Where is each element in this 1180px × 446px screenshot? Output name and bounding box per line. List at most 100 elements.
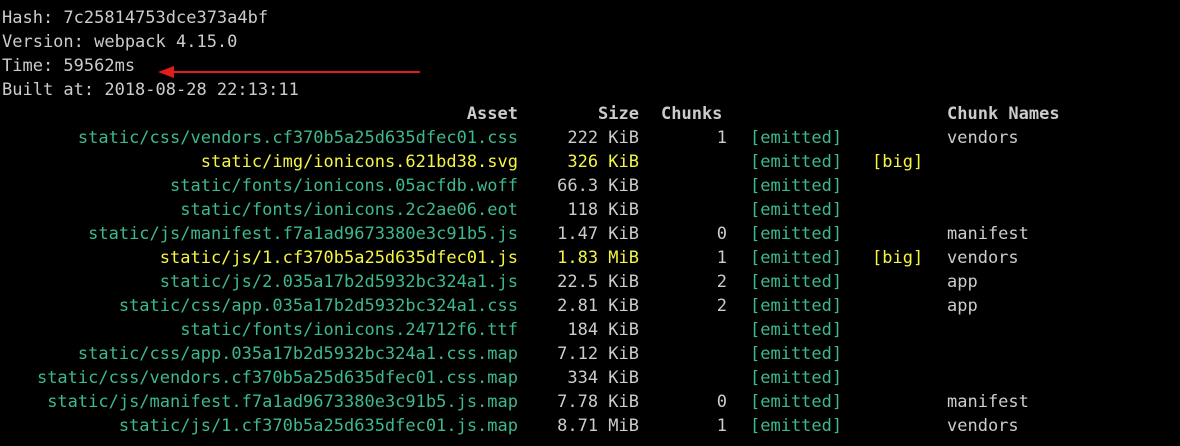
- emitted-flag: [emitted]: [750, 416, 843, 436]
- asset-chunks: 0: [716, 224, 727, 244]
- asset-name: static/fonts/ionicons.24712f6.ttf: [180, 320, 518, 340]
- asset-name: static/img/ionicons.621bd38.svg: [200, 152, 518, 172]
- chunk-name: app: [947, 296, 978, 316]
- emitted-flag: [emitted]: [750, 368, 843, 388]
- col-chunks-header: Chunks: [661, 104, 723, 124]
- big-flag: [872, 390, 932, 414]
- big-flag: [872, 318, 932, 342]
- table-row: static/css/app.035a17b2d5932bc324a1.css.…: [0, 342, 1180, 366]
- table-row: static/js/manifest.f7a1ad9673380e3c91b5.…: [0, 390, 1180, 414]
- chunk-name: manifest: [947, 224, 1029, 244]
- table-row: static/fonts/ionicons.2c2ae06.eot 118 KiB…: [0, 198, 1180, 222]
- asset-name: static/js/manifest.f7a1ad9673380e3c91b5.…: [88, 224, 518, 244]
- emitted-flag: [emitted]: [750, 224, 843, 244]
- chunk-name: [947, 318, 1147, 342]
- asset-size: 7.78 KiB: [557, 392, 639, 412]
- emitted-flag: [emitted]: [750, 176, 843, 196]
- asset-size: 334 KiB: [567, 368, 639, 388]
- emitted-flag: [emitted]: [750, 248, 843, 268]
- hash-line: Hash: 7c25814753dce373a4bf: [2, 8, 269, 28]
- asset-name: static/css/app.035a17b2d5932bc324a1.css: [118, 296, 518, 316]
- asset-size: 222 KiB: [567, 128, 639, 148]
- terminal-output: Hash: 7c25814753dce373a4bf Version: webp…: [0, 0, 1180, 446]
- red-arrow-icon: [158, 66, 420, 78]
- asset-name: static/css/vendors.cf370b5a25d635dfec01.…: [36, 368, 518, 388]
- chunk-name: [947, 342, 1147, 366]
- table-row: static/css/vendors.cf370b5a25d635dfec01.…: [0, 126, 1180, 150]
- asset-name: static/js/1.cf370b5a25d635dfec01.js.map: [118, 416, 518, 436]
- built-at-line: Built at: 2018-08-28 22:13:11: [2, 80, 299, 100]
- emitted-flag: [emitted]: [750, 272, 843, 292]
- asset-name: static/css/vendors.cf370b5a25d635dfec01.…: [77, 128, 518, 148]
- asset-size: 1.83 MiB: [557, 248, 639, 268]
- table-row: static/fonts/ionicons.24712f6.ttf 184 KiB…: [0, 318, 1180, 342]
- asset-size: 118 KiB: [567, 200, 639, 220]
- chunk-name: [947, 150, 1147, 174]
- big-flag: [872, 222, 932, 246]
- asset-chunks: [650, 174, 727, 198]
- asset-size: 184 KiB: [567, 320, 639, 340]
- big-flag: [872, 294, 932, 318]
- asset-name: static/js/manifest.f7a1ad9673380e3c91b5.…: [47, 392, 518, 412]
- chunk-name: vendors: [947, 416, 1019, 436]
- table-header: Asset Size Chunks Chunk Names: [0, 102, 1180, 126]
- asset-chunks: 1: [716, 128, 727, 148]
- col-size-header: Size: [598, 104, 639, 124]
- table-row: static/js/1.cf370b5a25d635dfec01.js 1.83 …: [0, 246, 1180, 270]
- asset-name: static/fonts/ionicons.2c2ae06.eot: [180, 200, 518, 220]
- table-row: static/js/1.cf370b5a25d635dfec01.js.map 8…: [0, 414, 1180, 438]
- big-flag: [872, 270, 932, 294]
- big-flag: [872, 342, 932, 366]
- time-line: Time: 59562ms: [2, 56, 136, 76]
- chunk-name: [947, 366, 1147, 390]
- asset-chunks: [650, 198, 727, 222]
- emitted-flag: [emitted]: [750, 296, 843, 316]
- emitted-flag: [emitted]: [750, 392, 843, 412]
- big-flag: [872, 198, 932, 222]
- asset-chunks: [650, 150, 727, 174]
- big-flag: [872, 366, 932, 390]
- table-row: static/fonts/ionicons.05acfdb.woff 66.3 K…: [0, 174, 1180, 198]
- table-row: static/css/app.035a17b2d5932bc324a1.css 2…: [0, 294, 1180, 318]
- emitted-flag: [emitted]: [750, 320, 843, 340]
- asset-size: 326 KiB: [567, 152, 639, 172]
- emitted-flag: [emitted]: [750, 200, 843, 220]
- asset-chunks: 0: [716, 392, 727, 412]
- big-flag: [big]: [872, 152, 924, 172]
- asset-name: static/css/app.035a17b2d5932bc324a1.css.…: [77, 344, 518, 364]
- chunk-name: manifest: [947, 392, 1029, 412]
- chunk-name: [947, 174, 1147, 198]
- big-flag: [872, 126, 932, 150]
- asset-chunks: 2: [716, 272, 727, 292]
- asset-chunks: 1: [716, 248, 727, 268]
- emitted-flag: [emitted]: [750, 344, 843, 364]
- big-flag: [big]: [872, 248, 924, 268]
- asset-chunks: 1: [716, 416, 727, 436]
- col-chunk-names-header: Chunk Names: [947, 104, 1060, 124]
- big-flag: [872, 174, 932, 198]
- asset-size: 66.3 KiB: [557, 176, 639, 196]
- asset-name: static/js/1.cf370b5a25d635dfec01.js: [159, 248, 518, 268]
- asset-chunks: 2: [716, 296, 727, 316]
- asset-chunks: [650, 318, 727, 342]
- asset-size: 22.5 KiB: [557, 272, 639, 292]
- chunk-name: vendors: [947, 128, 1019, 148]
- chunk-name: [947, 198, 1147, 222]
- emitted-flag: [emitted]: [750, 152, 843, 172]
- asset-size: 7.12 KiB: [557, 344, 639, 364]
- asset-size: 1.47 KiB: [557, 224, 639, 244]
- col-asset-header: Asset: [466, 104, 518, 124]
- asset-size: 8.71 MiB: [557, 416, 639, 436]
- table-row: static/css/vendors.cf370b5a25d635dfec01.…: [0, 366, 1180, 390]
- chunk-name: vendors: [947, 248, 1019, 268]
- version-line: Version: webpack 4.15.0: [2, 32, 238, 52]
- asset-chunks: [650, 342, 727, 366]
- asset-chunks: [650, 366, 727, 390]
- asset-size: 2.81 KiB: [557, 296, 639, 316]
- asset-name: static/js/2.035a17b2d5932bc324a1.js: [159, 272, 518, 292]
- asset-name: static/fonts/ionicons.05acfdb.woff: [170, 176, 518, 196]
- table-row: static/img/ionicons.621bd38.svg 326 KiB [e…: [0, 150, 1180, 174]
- chunk-name: app: [947, 272, 978, 292]
- emitted-flag: [emitted]: [750, 128, 843, 148]
- table-row: static/js/2.035a17b2d5932bc324a1.js 22.5 …: [0, 270, 1180, 294]
